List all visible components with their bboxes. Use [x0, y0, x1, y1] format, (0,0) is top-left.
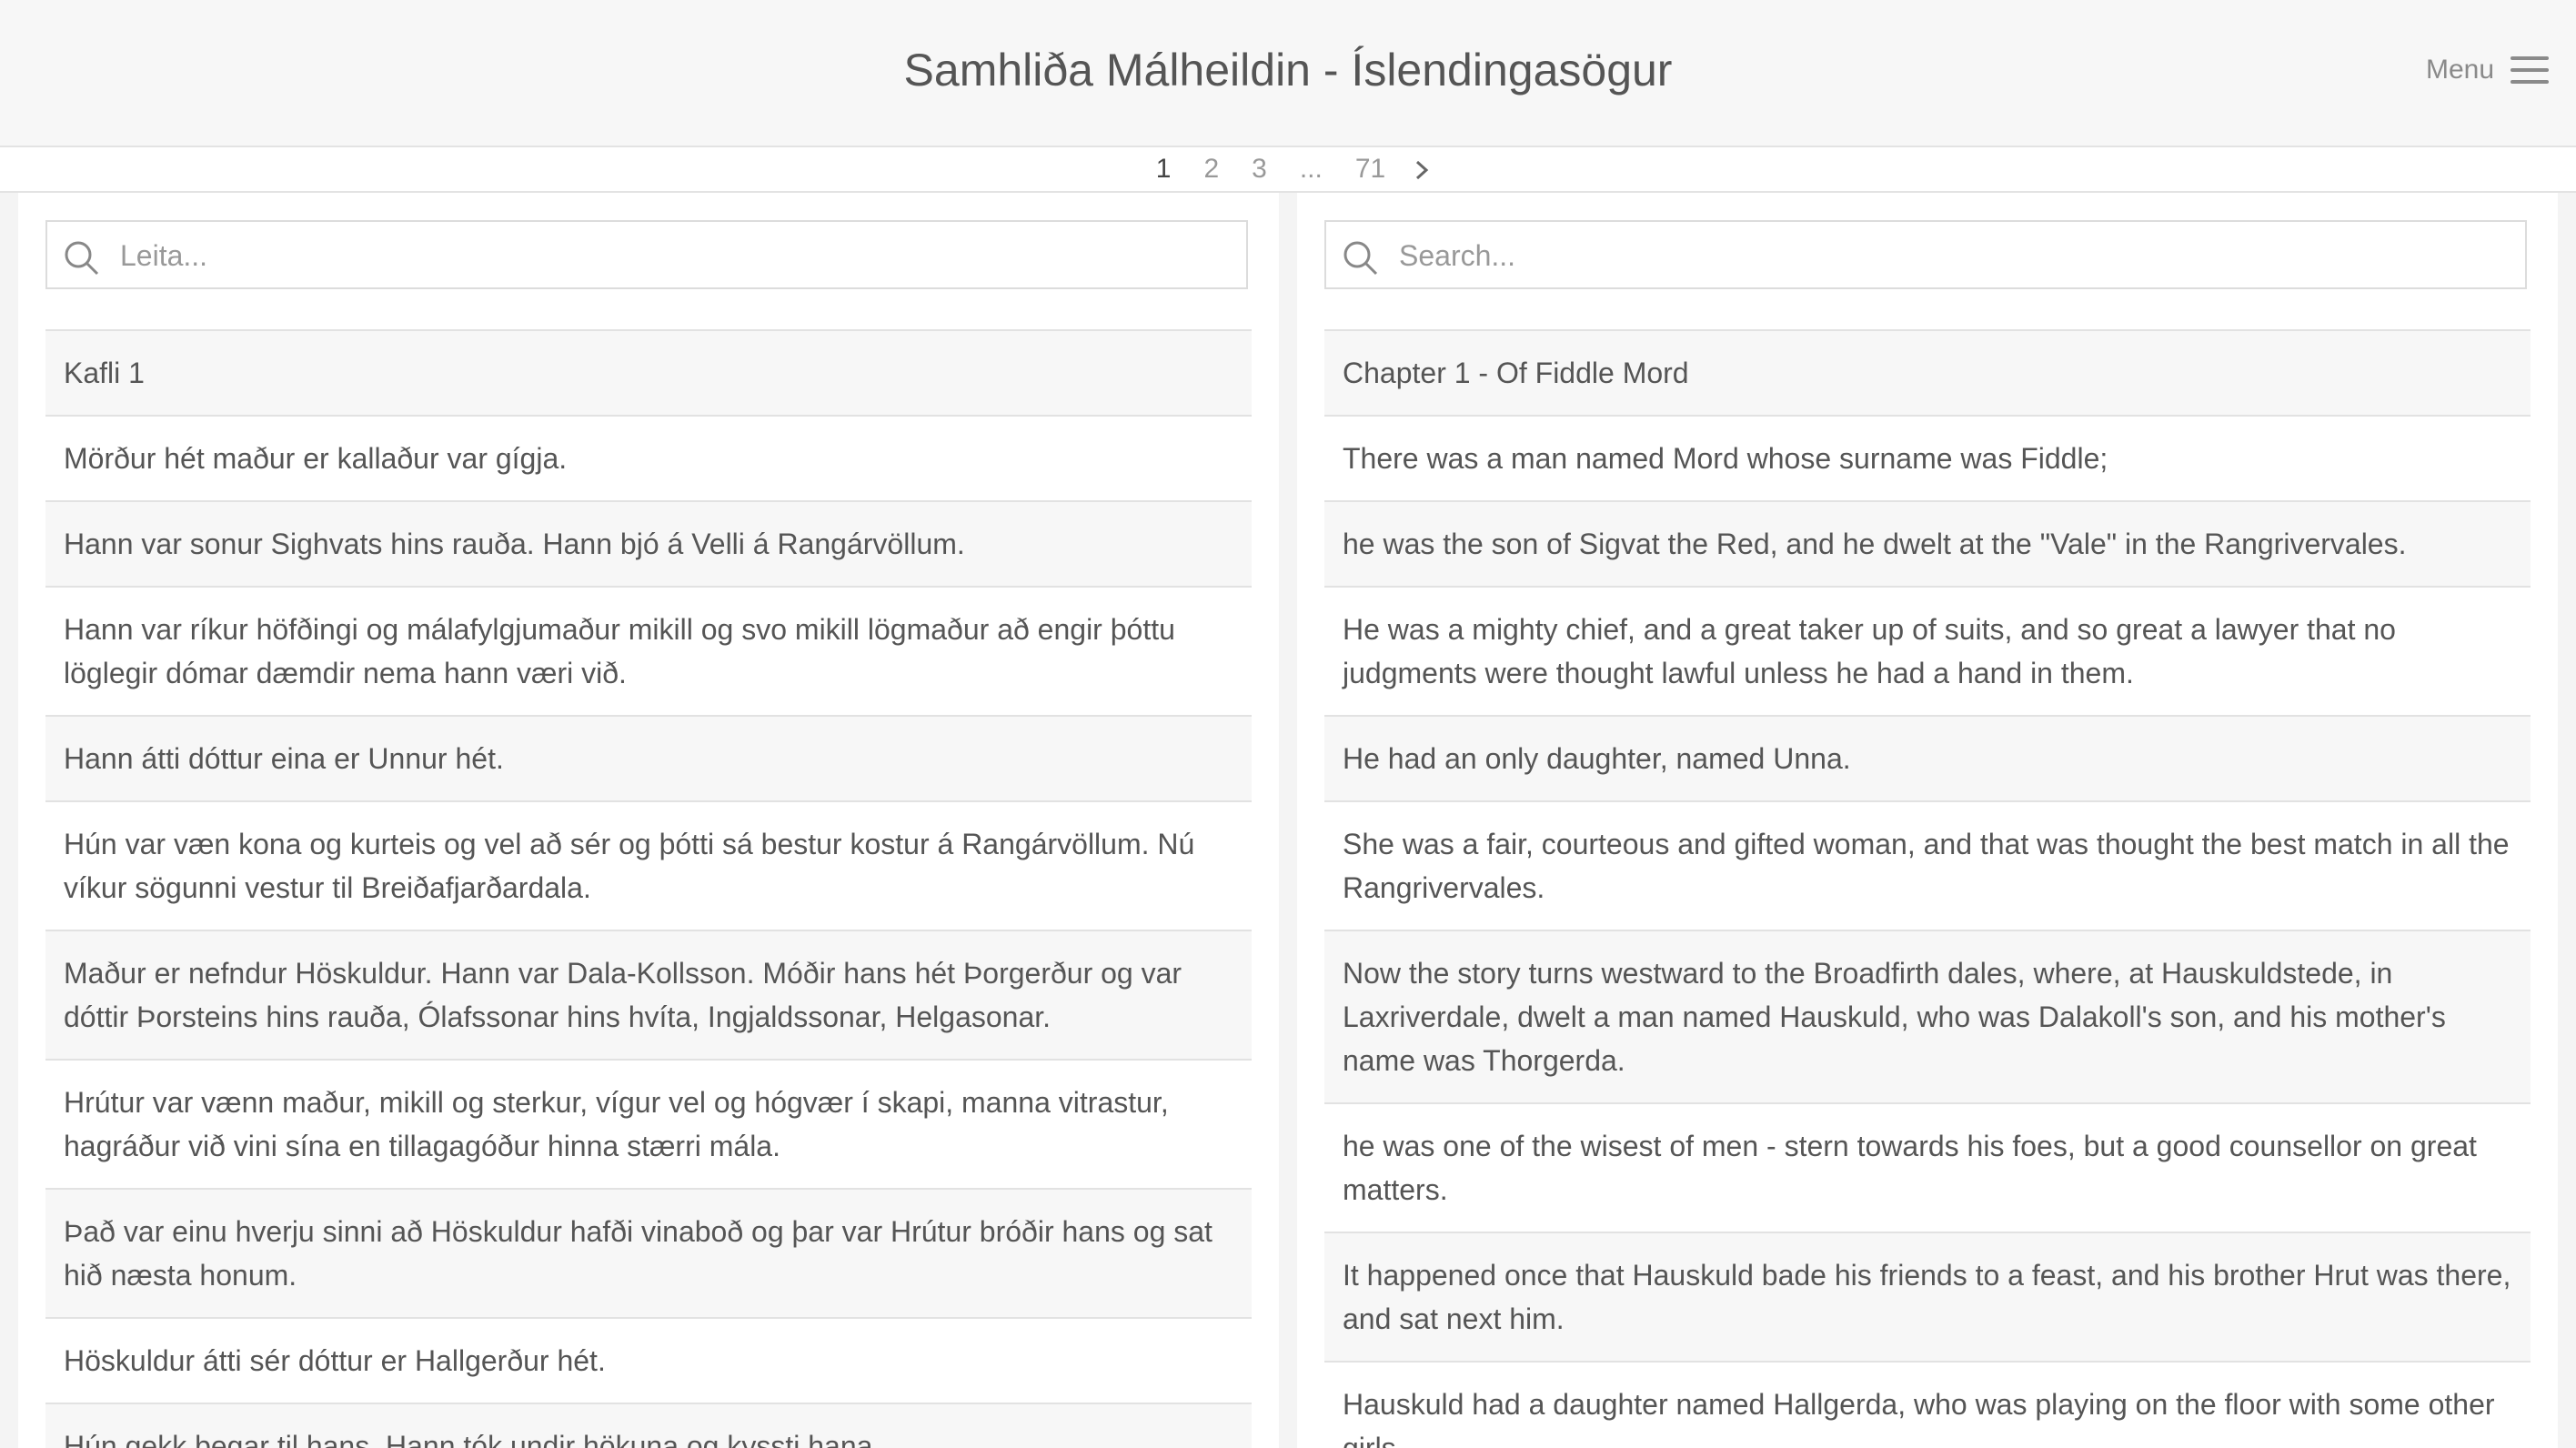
english-sentence-row[interactable]: Hauskuld had a daughter named Hallgerda,…: [1324, 1361, 2531, 1448]
menu-button[interactable]: Menu: [2426, 55, 2549, 85]
icelandic-sentence-row[interactable]: Hún var væn kona og kurteis og vel að sé…: [45, 800, 1252, 930]
icelandic-text-panel: Kafli 1Mörður hét maður er kallaður var …: [18, 193, 1279, 1448]
icelandic-sentence-row[interactable]: Maður er nefndur Höskuldur. Hann var Dal…: [45, 930, 1252, 1059]
icelandic-sentence-list: Kafli 1 Mörður hét maður er kallaður var …: [45, 329, 1252, 1448]
icelandic-sentence-row[interactable]: Mörður hét maður er kallaður var gígja.: [45, 415, 1252, 500]
english-sentence-row[interactable]: he was the son of Sigvat the Red, and he…: [1324, 500, 2531, 586]
page-link-3[interactable]: 3: [1235, 151, 1283, 187]
menu-label: Menu: [2425, 55, 2494, 85]
hamburger-icon: [2511, 56, 2549, 84]
english-sentence-row[interactable]: Now the story turns westward to the Broa…: [1324, 930, 2531, 1102]
icelandic-sentence-row[interactable]: Hann var ríkur höfðingi og málafylgjumað…: [45, 586, 1252, 715]
page-title: Samhliða Málheildin - Íslendingasögur: [903, 45, 1673, 96]
english-sentence-list: Chapter 1 - Of Fiddle Mord There was a ma…: [1324, 329, 2531, 1448]
app-header: Samhliða Málheildin - Íslendingasögur Me…: [0, 0, 2576, 147]
english-search-input[interactable]: [1397, 222, 2492, 289]
icelandic-chapter-heading[interactable]: Kafli 1: [45, 329, 1252, 415]
icelandic-sentence-row[interactable]: Hann átti dóttur eina er Unnur hét.: [45, 715, 1252, 800]
english-sentence-row[interactable]: he was one of the wisest of men - stern …: [1324, 1102, 2531, 1232]
search-icon: [1343, 240, 1379, 277]
icelandic-sentence-row[interactable]: Hún gekk þegar til hans. Hann tók undir …: [45, 1403, 1252, 1448]
search-icon: [64, 240, 100, 277]
english-sentence-row[interactable]: It happened once that Hauskuld bade his …: [1324, 1232, 2531, 1361]
page-link-last[interactable]: 71: [1339, 151, 1402, 187]
english-search-box: [1324, 220, 2527, 289]
icelandic-sentence-row[interactable]: Það var einu hverju sinni að Höskuldur h…: [45, 1188, 1252, 1317]
pagination: 1 2 3 ... 71: [0, 151, 2576, 187]
icelandic-sentence-row[interactable]: Höskuldur átti sér dóttur er Hallgerður …: [45, 1317, 1252, 1403]
icelandic-search-box: [45, 220, 1248, 289]
english-sentence-row[interactable]: He was a mighty chief, and a great taker…: [1324, 586, 2531, 715]
english-chapter-heading[interactable]: Chapter 1 - Of Fiddle Mord: [1324, 329, 2531, 415]
page-link-2[interactable]: 2: [1187, 151, 1235, 187]
english-text-panel: Chapter 1 - Of Fiddle MordThere was a ma…: [1297, 193, 2558, 1448]
english-sentence-row[interactable]: He had an only daughter, named Unna.: [1324, 715, 2531, 800]
english-sentence-row[interactable]: There was a man named Mord whose surname…: [1324, 415, 2531, 500]
next-page-chevron-icon[interactable]: [1409, 151, 1436, 187]
pagination-bar: 1 2 3 ... 71: [0, 147, 2576, 193]
page-ellipsis: ...: [1299, 154, 1323, 184]
icelandic-search-input[interactable]: [118, 222, 1213, 289]
icelandic-sentence-row[interactable]: Hann var sonur Sighvats hins rauða. Hann…: [45, 500, 1252, 586]
icelandic-sentence-row[interactable]: Hrútur var vænn maður, mikill og sterkur…: [45, 1059, 1252, 1188]
english-sentence-row[interactable]: She was a fair, courteous and gifted wom…: [1324, 800, 2531, 930]
page-link-1[interactable]: 1: [1140, 151, 1188, 187]
